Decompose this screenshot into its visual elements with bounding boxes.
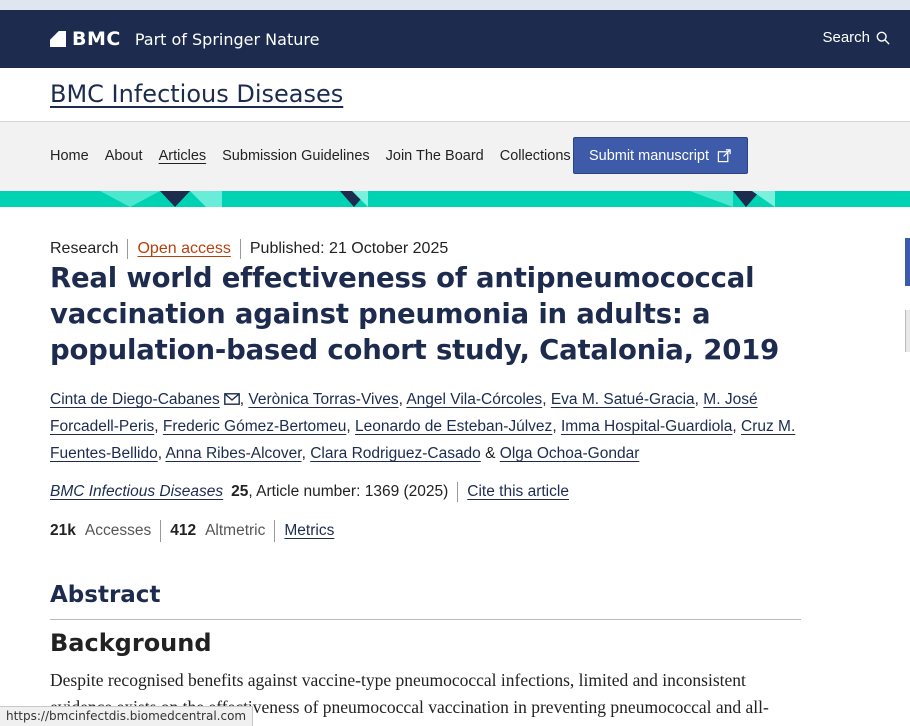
search-label: Search: [822, 29, 870, 46]
author-link[interactable]: Anna Ribes-Alcover: [165, 445, 301, 462]
decorative-pattern-band: [0, 191, 910, 207]
nav-list: Home About Articles Submission Guideline…: [50, 148, 571, 164]
side-panel-tab-secondary[interactable]: [905, 310, 910, 352]
search-button[interactable]: Search: [822, 29, 890, 46]
author-list: Cinta de Diego-Cabanes, Verònica Torras-…: [50, 391, 796, 462]
author-link[interactable]: Angel Vila-Córcoles: [406, 391, 542, 408]
springer-brand-bar: BMC Part of Springer Nature Search: [0, 10, 910, 68]
search-icon: [876, 31, 890, 45]
bmc-logo-text: BMC: [72, 28, 121, 50]
submit-manuscript-label: Submit manuscript: [588, 147, 710, 164]
nav-item-collections[interactable]: Collections: [500, 148, 571, 164]
article-meta: Research Open access Published: 21 Octob…: [50, 239, 448, 259]
altmetric-label: Altmetric: [205, 522, 266, 539]
background-heading: Background: [50, 629, 212, 657]
citation-line: BMC Infectious Diseases 25 , Article num…: [50, 482, 569, 502]
author-link[interactable]: Cinta de Diego-Cabanes: [50, 391, 220, 408]
browser-top-strip: [0, 0, 910, 10]
article-type: Research: [50, 240, 119, 257]
author-link[interactable]: Frederic Gómez-Bertomeu: [163, 418, 346, 435]
author-link[interactable]: Clara Rodriguez-Casado: [310, 445, 481, 462]
author-link[interactable]: Olga Ochoa-Gondar: [500, 445, 640, 462]
citation-journal-link[interactable]: BMC Infectious Diseases: [50, 483, 223, 501]
accesses-label: Accesses: [84, 522, 152, 539]
nav-item-about[interactable]: About: [105, 148, 143, 164]
open-access-link[interactable]: Open access: [137, 240, 230, 258]
author-link[interactable]: Verònica Torras-Vives: [248, 391, 398, 408]
author-joiner: &: [485, 445, 496, 462]
citation-volume: 25: [231, 483, 249, 500]
decorative-pattern: [100, 191, 775, 207]
nav-item-join-the-board[interactable]: Join The Board: [386, 148, 484, 164]
submit-manuscript-button[interactable]: Submit manuscript: [573, 137, 748, 174]
article-title: Real world effectiveness of antipneumoco…: [50, 262, 780, 366]
side-panel-tab[interactable]: [905, 238, 910, 286]
nav-item-home[interactable]: Home: [50, 148, 89, 164]
author-link[interactable]: Leonardo de Esteban-Júlvez: [355, 418, 552, 435]
accesses-count: 21k: [50, 522, 76, 539]
published-date: Published: 21 October 2025: [249, 240, 449, 257]
bmc-logo-icon: [50, 31, 66, 47]
bmc-logo[interactable]: BMC Part of Springer Nature: [50, 28, 319, 50]
abstract-divider: [50, 619, 801, 620]
author-link[interactable]: Eva M. Satué-Gracia: [551, 391, 695, 408]
divider: [457, 482, 459, 502]
nav-item-submission-guidelines[interactable]: Submission Guidelines: [222, 148, 370, 164]
divider: [274, 520, 276, 542]
author-link[interactable]: Imma Hospital-Guardiola: [561, 418, 732, 435]
journal-header: BMC Infectious Diseases: [0, 68, 910, 122]
email-icon[interactable]: [223, 393, 240, 405]
altmetric-count: 412: [170, 522, 197, 539]
divider: [127, 239, 129, 259]
springer-tagline: Part of Springer Nature: [134, 29, 320, 49]
journal-title-link[interactable]: BMC Infectious Diseases: [50, 80, 343, 108]
article-metrics: 21k Accesses 412 Altmetric Metrics: [50, 520, 334, 542]
divider: [239, 239, 241, 259]
abstract-heading: Abstract: [50, 582, 161, 608]
external-link-icon: [717, 149, 731, 163]
citation-article-number: , Article number: 1369 (2025): [248, 483, 449, 500]
cite-this-article-link[interactable]: Cite this article: [467, 483, 569, 501]
divider: [160, 520, 162, 542]
link-status-bar: https://bmcinfectdis.biomedcentral.com: [0, 706, 254, 726]
metrics-link[interactable]: Metrics: [284, 522, 334, 540]
nav-item-articles[interactable]: Articles: [159, 148, 207, 164]
journal-nav: Home About Articles Submission Guideline…: [0, 122, 910, 191]
